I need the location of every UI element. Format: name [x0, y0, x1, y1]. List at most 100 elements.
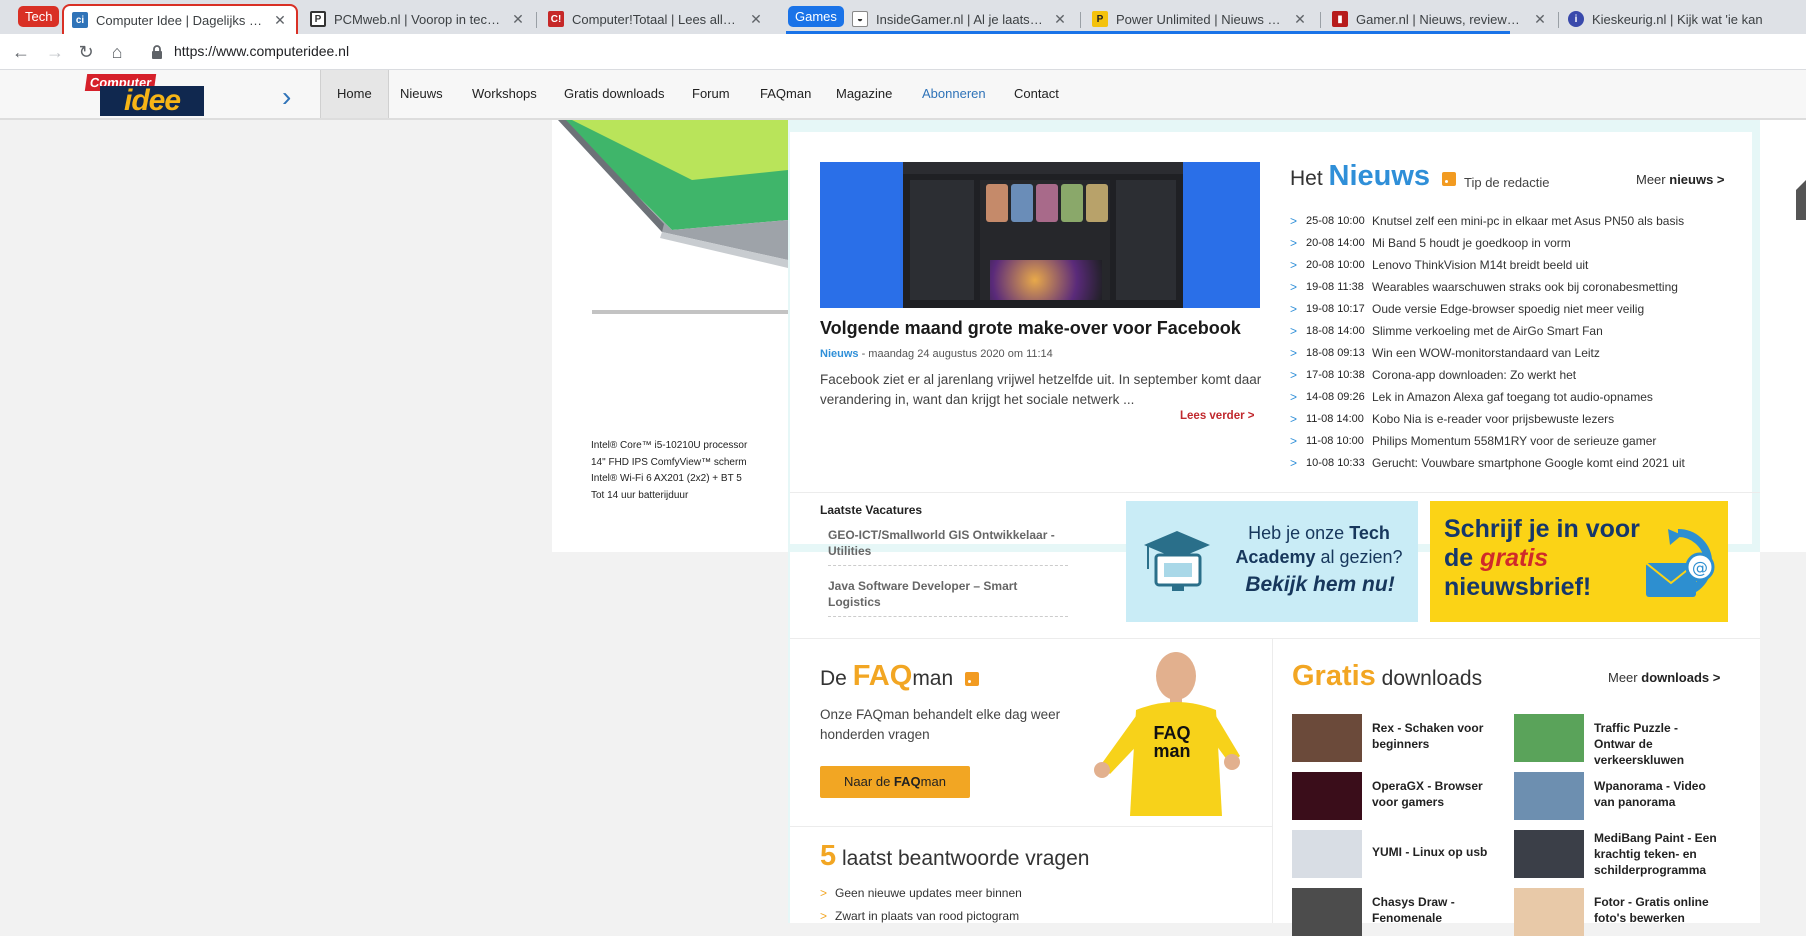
read-more-link[interactable]: Lees verder >: [1180, 410, 1254, 422]
nav-workshops[interactable]: Workshops: [456, 70, 553, 118]
news-title[interactable]: Gerucht: Vouwbare smartphone Google komt…: [1372, 456, 1685, 470]
tip-redactie-link[interactable]: Tip de redactie: [1464, 175, 1550, 190]
nav-faqman[interactable]: FAQman: [744, 70, 827, 118]
news-item[interactable]: >20-08 14:00 Mi Band 5 houdt je goedkoop …: [1290, 232, 1730, 254]
nav-nieuws[interactable]: Nieuws: [384, 70, 459, 118]
browser-toolbar: ← → ↻ ⌂ https://www.computeridee.nl: [0, 34, 1806, 70]
svg-text:@: @: [1692, 558, 1708, 577]
news-item[interactable]: >10-08 10:33 Gerucht: Vouwbare smartphone…: [1290, 452, 1730, 474]
download-item[interactable]: Wpanorama - Video van panorama: [1514, 772, 1714, 820]
close-icon[interactable]: ✕: [1292, 11, 1308, 28]
tech-academy-banner[interactable]: Heb je onze Tech Academy al gezien? Beki…: [1126, 501, 1418, 622]
latest-question-text[interactable]: Geen nieuwe updates meer binnen: [835, 886, 1022, 900]
story-thumb: [1036, 184, 1058, 222]
news-title[interactable]: Wearables waarschuwen straks ook bij cor…: [1372, 280, 1678, 294]
reload-icon[interactable]: ↻: [75, 41, 97, 63]
nav-gratis-downloads[interactable]: Gratis downloads: [548, 70, 680, 118]
computeridee-logo[interactable]: Computer idee: [84, 74, 206, 118]
tab-computertotaal[interactable]: C! Computer!Totaal | Lees alles op C ✕: [540, 4, 772, 34]
url-bar[interactable]: https://www.computeridee.nl: [174, 43, 349, 59]
laptop-advertisement[interactable]: Intel® Core™ i5-10210U processor 14" FHD…: [552, 120, 788, 552]
faqman-button[interactable]: Naar de FAQman: [820, 766, 970, 798]
close-icon[interactable]: ✕: [510, 11, 526, 28]
news-item[interactable]: >20-08 10:00 Lenovo ThinkVision M14t brei…: [1290, 254, 1730, 276]
tab-kieskeurig[interactable]: i Kieskeurig.nl | Kijk wat 'ie kan: [1560, 4, 1792, 34]
news-title[interactable]: Lek in Amazon Alexa gaf toegang tot audi…: [1372, 390, 1653, 404]
rss-icon[interactable]: [1441, 172, 1456, 187]
news-item[interactable]: >19-08 11:38 Wearables waarschuwen straks…: [1290, 276, 1730, 298]
download-item[interactable]: Chasys Draw - Fenomenale: [1292, 888, 1492, 936]
lock-icon[interactable]: [150, 45, 164, 59]
forward-icon[interactable]: →: [44, 41, 66, 63]
tab-gamer[interactable]: ▮ Gamer.nl | Nieuws, reviews, previ ✕: [1324, 4, 1556, 34]
tab-pcmweb[interactable]: P PCMweb.nl | Voorop in tech, het ✕: [302, 4, 534, 34]
more-news-link[interactable]: Meer nieuws >: [1636, 172, 1725, 187]
featured-image[interactable]: [820, 162, 1260, 308]
download-name[interactable]: Traffic Puzzle - Ontwar de verkeerskluwe…: [1594, 720, 1719, 768]
download-item[interactable]: OperaGX - Browser voor gamers: [1292, 772, 1492, 820]
download-name[interactable]: YUMI - Linux op usb: [1372, 844, 1497, 860]
news-item[interactable]: >11-08 10:00 Philips Momentum 558M1RY voo…: [1290, 430, 1730, 452]
latest-question-item[interactable]: > Geen nieuwe updates meer binnen: [820, 886, 1022, 900]
tab-insidegamer[interactable]: ◒ InsideGamer.nl | Al je laatste gam ✕: [844, 4, 1076, 34]
pcmweb-favicon-icon: P: [310, 11, 326, 27]
featured-title[interactable]: Volgende maand grote make-over voor Face…: [820, 318, 1241, 339]
news-title[interactable]: Corona-app downloaden: Zo werkt het: [1372, 368, 1576, 382]
nav-forum[interactable]: Forum: [676, 70, 746, 118]
news-title[interactable]: Knutsel zelf een mini-pc in elkaar met A…: [1372, 214, 1684, 228]
close-icon[interactable]: ✕: [1532, 11, 1548, 28]
news-title[interactable]: Win een WOW-monitorstandaard van Leitz: [1372, 346, 1600, 360]
news-item[interactable]: >18-08 14:00 Slimme verkoeling met de Air…: [1290, 320, 1730, 342]
tab-title: Kieskeurig.nl | Kijk wat 'ie kan: [1592, 11, 1763, 27]
download-name[interactable]: OperaGX - Browser voor gamers: [1372, 778, 1497, 810]
rss-icon[interactable]: [965, 672, 980, 687]
vacature-item[interactable]: GEO-ICT/Smallworld GIS Ontwikkelaar - Ut…: [828, 527, 1068, 566]
download-name[interactable]: Rex - Schaken voor beginners: [1372, 720, 1497, 752]
download-item[interactable]: Rex - Schaken voor beginners: [1292, 714, 1492, 762]
download-thumbnail: [1292, 772, 1362, 820]
nav-home[interactable]: Home: [320, 70, 389, 118]
close-icon[interactable]: ✕: [748, 11, 764, 28]
news-item[interactable]: >14-08 09:26 Lek in Amazon Alexa gaf toeg…: [1290, 386, 1730, 408]
more-downloads-link[interactable]: Meer downloads >: [1608, 670, 1720, 685]
close-icon[interactable]: ✕: [1052, 11, 1068, 28]
latest-question-item[interactable]: > Zwart in plaats van rood pictogram: [820, 909, 1019, 923]
news-item[interactable]: >18-08 09:13 Win een WOW-monitorstandaard…: [1290, 342, 1730, 364]
nav-abonneren[interactable]: Abonneren: [906, 70, 1002, 118]
tab-group-tech[interactable]: Tech: [18, 6, 60, 27]
news-title[interactable]: Lenovo ThinkVision M14t breidt beeld uit: [1372, 258, 1588, 272]
download-name[interactable]: Wpanorama - Video van panorama: [1594, 778, 1719, 810]
download-item[interactable]: Fotor - Gratis online foto's bewerken: [1514, 888, 1714, 936]
newsletter-banner[interactable]: Schrijf je in voor de gratis nieuwsbrief…: [1430, 501, 1728, 622]
tab-group-games[interactable]: Games: [788, 6, 844, 27]
tab-computeridee[interactable]: ci Computer Idee | Dagelijks computer ✕: [62, 4, 298, 34]
download-item[interactable]: Traffic Puzzle - Ontwar de verkeerskluwe…: [1514, 714, 1714, 767]
chevron-right-icon: >: [1290, 214, 1298, 228]
right-ad-strip[interactable]: [1760, 120, 1806, 552]
news-item[interactable]: >25-08 10:00 Knutsel zelf een mini-pc in …: [1290, 210, 1730, 232]
news-item[interactable]: >17-08 10:38 Corona-app downloaden: Zo we…: [1290, 364, 1730, 386]
downloads-heading: Gratis downloads: [1292, 660, 1482, 693]
news-title[interactable]: Kobo Nia is e-reader voor prijsbewuste l…: [1372, 412, 1614, 426]
home-icon[interactable]: ⌂: [106, 41, 128, 63]
download-name[interactable]: Chasys Draw - Fenomenale: [1372, 894, 1497, 926]
nav-magazine[interactable]: Magazine: [820, 70, 908, 118]
latest-question-text[interactable]: Zwart in plaats van rood pictogram: [835, 909, 1019, 923]
download-item[interactable]: YUMI - Linux op usb: [1292, 830, 1492, 878]
download-name[interactable]: MediBang Paint - Een krachtig teken- en …: [1594, 830, 1719, 878]
download-name[interactable]: Fotor - Gratis online foto's bewerken: [1594, 894, 1719, 926]
featured-category[interactable]: Nieuws: [820, 348, 859, 360]
news-title[interactable]: Philips Momentum 558M1RY voor de serieuz…: [1372, 434, 1656, 448]
back-icon[interactable]: ←: [10, 41, 32, 63]
news-item[interactable]: >11-08 14:00 Kobo Nia is e-reader voor pr…: [1290, 408, 1730, 430]
news-item[interactable]: >19-08 10:17 Oude versie Edge-browser spo…: [1290, 298, 1730, 320]
close-icon[interactable]: ✕: [272, 12, 288, 29]
nav-contact[interactable]: Contact: [998, 70, 1075, 118]
vacature-item[interactable]: Java Software Developer – Smart Logistic…: [828, 578, 1068, 617]
download-item[interactable]: MediBang Paint - Een krachtig teken- en …: [1514, 830, 1717, 878]
news-title[interactable]: Slimme verkoeling met de AirGo Smart Fan: [1372, 324, 1603, 338]
tab-powerunlimited[interactable]: P Power Unlimited | Nieuws + ente ✕: [1084, 4, 1316, 34]
news-title[interactable]: Oude versie Edge-browser spoedig niet me…: [1372, 302, 1644, 316]
news-title[interactable]: Mi Band 5 houdt je goedkoop in vorm: [1372, 236, 1571, 250]
chevron-right-icon[interactable]: ›: [282, 81, 291, 113]
